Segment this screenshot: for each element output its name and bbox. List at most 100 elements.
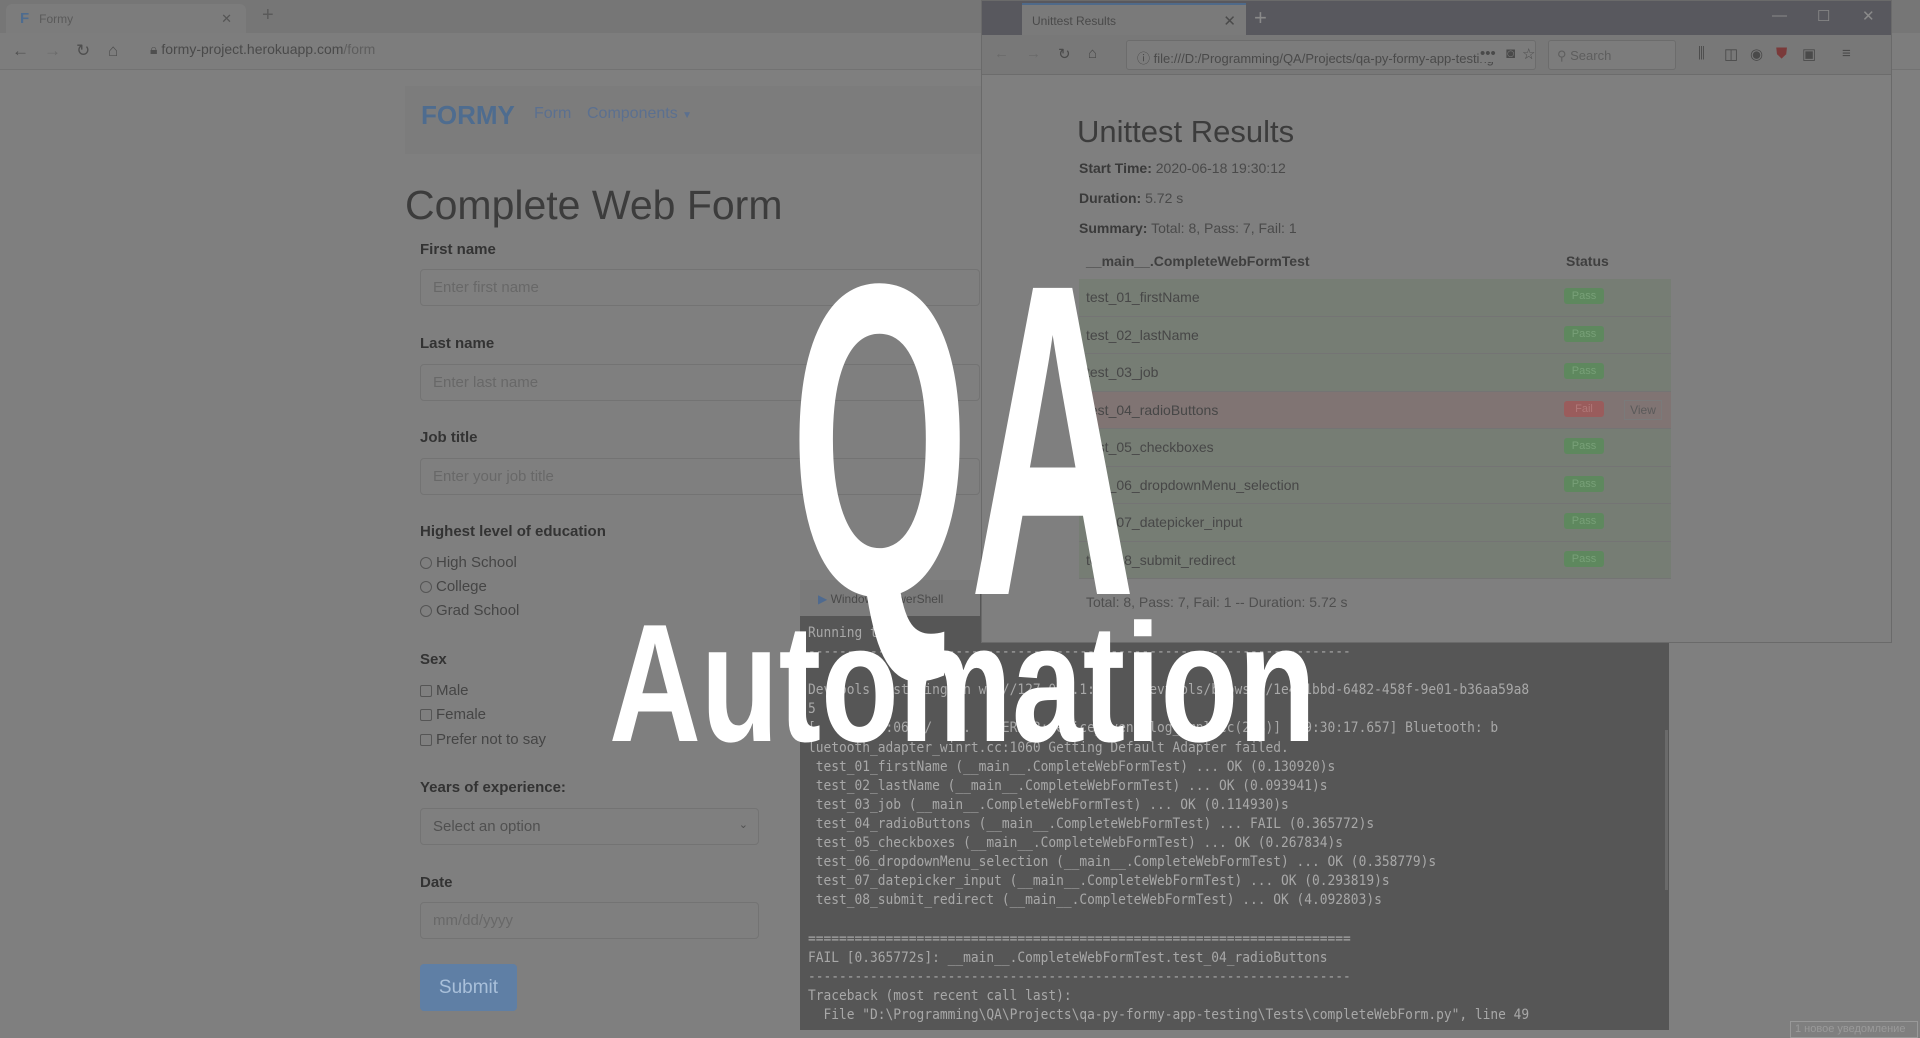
more-icon[interactable]: •••: [1480, 45, 1496, 62]
console-line: luetooth_adapter_winrt.cc:1060 Getting D…: [808, 739, 1289, 756]
powershell-titlebar[interactable]: ▶ Windows PowerShell: [800, 580, 980, 616]
lock-icon: 🔒︎: [150, 41, 162, 57]
radio-icon: [420, 604, 432, 617]
experience-label: Years of experience:: [420, 779, 566, 796]
table-row: test_08_submit_redirect Pass: [1079, 541, 1671, 579]
date-input[interactable]: mm/dd/yyyy: [420, 902, 759, 939]
selenium-ide-icon[interactable]: ▣: [1802, 45, 1816, 63]
brand-logo[interactable]: FORMY: [421, 100, 515, 131]
table-row: test_05_checkboxes Pass: [1079, 429, 1671, 467]
sex-label: Sex: [420, 651, 447, 668]
test-name: test_08_submit_redirect: [1086, 551, 1236, 568]
status-badge: Pass: [1564, 475, 1604, 492]
powershell-title: Windows PowerShell: [830, 592, 944, 606]
pocket-icon[interactable]: ◙: [1506, 45, 1516, 62]
maximize-icon[interactable]: ☐: [1817, 7, 1830, 25]
checkbox-prefer-not[interactable]: Prefer not to say: [420, 731, 546, 748]
console-line: test_08_submit_redirect (__main__.Comple…: [808, 892, 1382, 909]
menu-icon[interactable]: ≡: [1842, 45, 1851, 62]
address-bar[interactable]: 🔒︎ formy-project.herokuapp.com/form: [150, 41, 375, 58]
close-window-icon[interactable]: ✕: [1862, 7, 1875, 25]
first-name-input[interactable]: Enter first name: [420, 269, 980, 306]
page-title: Complete Web Form: [405, 182, 783, 228]
minimize-icon[interactable]: —: [1772, 7, 1787, 24]
table-row: test_03_job Pass: [1079, 354, 1671, 392]
back-icon[interactable]: ←: [994, 45, 1009, 62]
last-name-input[interactable]: Enter last name: [420, 364, 980, 401]
experience-select[interactable]: Select an option ⌄: [420, 808, 759, 845]
console-line: FAIL [0.365772s]: __main__.CompleteWebFo…: [808, 949, 1328, 966]
powershell-window: ▶ Windows PowerShell Running tests... ---…: [800, 580, 1669, 1030]
tab-title: Unittest Results: [1032, 14, 1117, 28]
notification-badge[interactable]: 1 новое уведомление: [1790, 1021, 1918, 1038]
close-tab-icon[interactable]: ✕: [1223, 12, 1236, 30]
job-title-input[interactable]: Enter your job title: [420, 458, 980, 495]
submit-button[interactable]: Submit: [420, 964, 517, 1011]
firefox-window: Unittest Results ✕ + — ☐ ✕ ← → ↻ ⌂ ⓘ file…: [981, 0, 1892, 643]
home-icon[interactable]: ⌂: [108, 41, 118, 61]
reload-icon[interactable]: ↻: [1058, 45, 1071, 63]
status-badge: Pass: [1564, 325, 1604, 342]
radio-grad-school[interactable]: Grad School: [420, 602, 519, 619]
view-button[interactable]: View: [1624, 399, 1662, 420]
first-name-label: First name: [420, 241, 496, 258]
table-header: __main__.CompleteWebFormTest Status: [1079, 253, 1671, 279]
radio-high-school[interactable]: High School: [420, 554, 517, 571]
test-name: test_07_datepicker_input: [1086, 514, 1243, 530]
new-tab-button[interactable]: +: [262, 4, 274, 27]
nav-components[interactable]: Components ▼: [587, 105, 692, 123]
table-row: test_02_lastName Pass: [1079, 316, 1671, 354]
education-label: Highest level of education: [420, 523, 606, 540]
checkbox-icon: [420, 708, 432, 721]
option-label: High School: [436, 554, 517, 571]
home-icon[interactable]: ⌂: [1088, 45, 1097, 62]
nav-form[interactable]: Form: [534, 105, 571, 123]
sidebar-icon[interactable]: ◫: [1724, 45, 1738, 63]
console-line: ========================================…: [808, 930, 1351, 947]
console-line: test_05_checkboxes (__main__.CompleteWeb…: [808, 835, 1344, 852]
report-footer: Total: 8, Pass: 7, Fail: 1 -- Duration: …: [1086, 594, 1348, 610]
firefox-tab-unittest[interactable]: Unittest Results ✕: [1022, 3, 1246, 35]
checkbox-female[interactable]: Female: [420, 706, 486, 723]
status-badge: Fail: [1564, 400, 1604, 417]
duration: Duration: 5.72 s: [1079, 190, 1183, 206]
search-input[interactable]: ⚲ Search: [1548, 40, 1676, 70]
reload-icon[interactable]: ↻: [76, 41, 90, 61]
radio-college[interactable]: College: [420, 578, 487, 595]
bookmark-star-icon[interactable]: ☆: [1522, 45, 1536, 63]
results-table: __main__.CompleteWebFormTest Status test_…: [1079, 253, 1671, 579]
chrome-tab-formy[interactable]: F Formy ✕: [6, 4, 246, 33]
table-row: test_06_dropdownMenu_selection Pass: [1079, 466, 1671, 504]
back-icon[interactable]: ←: [12, 41, 29, 61]
console-line: test_01_firstName (__main__.CompleteWebF…: [808, 758, 1336, 775]
forward-icon[interactable]: →: [1026, 45, 1041, 62]
caret-down-icon: ▼: [682, 110, 693, 121]
library-icon[interactable]: ⫼: [1698, 45, 1705, 62]
ublock-icon[interactable]: ⛊: [1776, 45, 1787, 62]
status-badge: Pass: [1564, 513, 1604, 529]
close-tab-icon[interactable]: ✕: [221, 11, 232, 27]
radio-icon: [420, 580, 432, 593]
search-placeholder: Search: [1570, 48, 1612, 63]
status-badge: Pass: [1564, 550, 1604, 567]
firefox-address-bar[interactable]: ⓘ file:///D:/Programming/QA/Projects/qa-…: [1126, 40, 1536, 70]
status-badge: Pass: [1564, 288, 1604, 304]
chevron-down-icon: ⌄: [738, 819, 748, 831]
start-time-label: Start Time:: [1079, 160, 1152, 176]
table-row: test_01_firstName Pass: [1079, 279, 1671, 317]
status-badge: Pass: [1564, 363, 1604, 379]
account-icon[interactable]: ◉: [1750, 45, 1763, 63]
checkbox-male[interactable]: Male: [420, 682, 469, 699]
console-line: 5: [808, 701, 816, 718]
console-line: test_06_dropdownMenu_selection (__main__…: [808, 854, 1437, 871]
console-line: Traceback (most recent call last):: [808, 987, 1072, 1004]
last-name-label: Last name: [420, 335, 495, 352]
new-tab-button[interactable]: +: [1254, 5, 1267, 31]
status-badge: Pass: [1564, 438, 1604, 454]
start-time-value: 2020-06-18 19:30:12: [1155, 160, 1286, 176]
url-path: /form: [343, 41, 376, 57]
console-scrollbar[interactable]: [1665, 730, 1668, 890]
duration-value: 5.72 s: [1145, 190, 1184, 206]
forward-icon[interactable]: →: [44, 41, 61, 61]
